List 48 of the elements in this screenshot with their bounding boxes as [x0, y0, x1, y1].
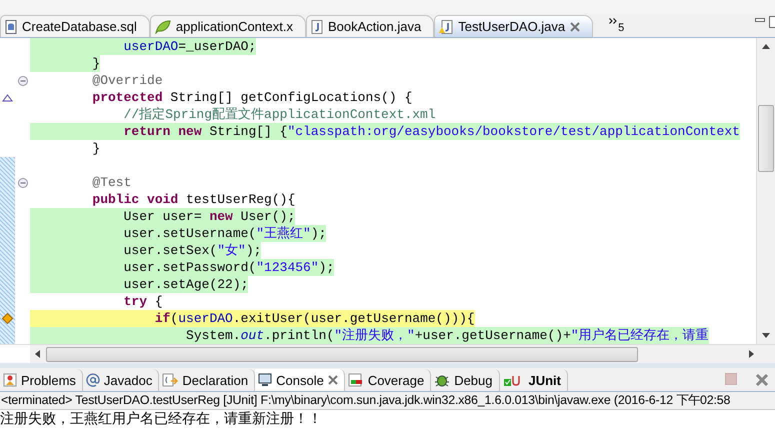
coverage-icon — [348, 373, 364, 387]
monitor-icon — [258, 373, 272, 387]
editor-tab[interactable]: TestUserDAO.java — [434, 15, 594, 37]
console-status: <terminated> TestUserDAO.testUserReg [JUnit] F:\my\binary\com.sun.java.jdk.win32.x86_1.6.0.013\bin\javaw.exe (2016-6-12 下午02:58 — [0, 392, 775, 410]
fold-icon[interactable] — [18, 178, 28, 188]
scroll-thumb[interactable] — [758, 105, 774, 172]
scroll-down-arrow-icon[interactable] — [762, 333, 770, 339]
close-icon — [328, 375, 338, 385]
horizontal-scrollbar[interactable] — [30, 345, 775, 363]
scroll-right-arrow-icon[interactable] — [749, 350, 755, 358]
editor-tab[interactable]: applicationContext.x — [150, 15, 306, 37]
code-line: public void testUserReg(){ — [91, 191, 296, 208]
editor-tab[interactable]: BookAction.java — [306, 15, 434, 37]
code-line: } — [91, 140, 100, 157]
maximize-icon — [769, 16, 775, 28]
view-tab[interactable]: Console — [255, 369, 345, 391]
scroll-up-arrow-icon[interactable] — [762, 43, 770, 49]
fold-icon[interactable] — [18, 76, 28, 86]
view-tab[interactable]: JUnit — [500, 369, 568, 391]
code-line: @Test — [91, 174, 132, 191]
minimize-icon — [755, 16, 765, 24]
leaf-icon — [154, 20, 171, 34]
code-line: //指定Spring配置文件applicationContext.xml — [122, 106, 436, 123]
scroll-thumb[interactable] — [46, 346, 638, 362]
editor-tab[interactable]: CreateDatabase.sql — [0, 15, 150, 37]
close-icon — [755, 372, 769, 386]
problems-icon — [3, 373, 17, 387]
close-icon — [570, 22, 580, 32]
view-tab[interactable]: Debug — [431, 369, 500, 391]
view-tab[interactable]: Javadoc — [82, 369, 160, 391]
vertical-scrollbar[interactable] — [756, 38, 775, 344]
declaration-icon — [162, 373, 178, 387]
database-file-icon — [5, 20, 17, 34]
view-tab[interactable]: Problems — [0, 369, 83, 391]
java-file-icon — [310, 20, 323, 34]
code-line: @Override — [91, 72, 163, 89]
bug-icon — [434, 373, 450, 387]
scroll-left-arrow-icon[interactable] — [34, 350, 40, 358]
remove-button[interactable] — [755, 372, 769, 386]
chevrons-right-icon — [609, 18, 618, 24]
code-line: try { — [122, 293, 163, 310]
at-sign-icon — [86, 373, 100, 387]
stop-icon — [725, 372, 737, 384]
java-file-warning-icon — [439, 20, 454, 34]
code-line: protected String[] getConfigLocations() { — [91, 89, 412, 106]
console-output: 注册失败，王燕红用户名已经存在，请重新注册！！ — [0, 410, 322, 426]
hidden-tab-count[interactable]: 5 — [618, 22, 624, 34]
view-tab[interactable]: Coverage — [344, 369, 432, 391]
